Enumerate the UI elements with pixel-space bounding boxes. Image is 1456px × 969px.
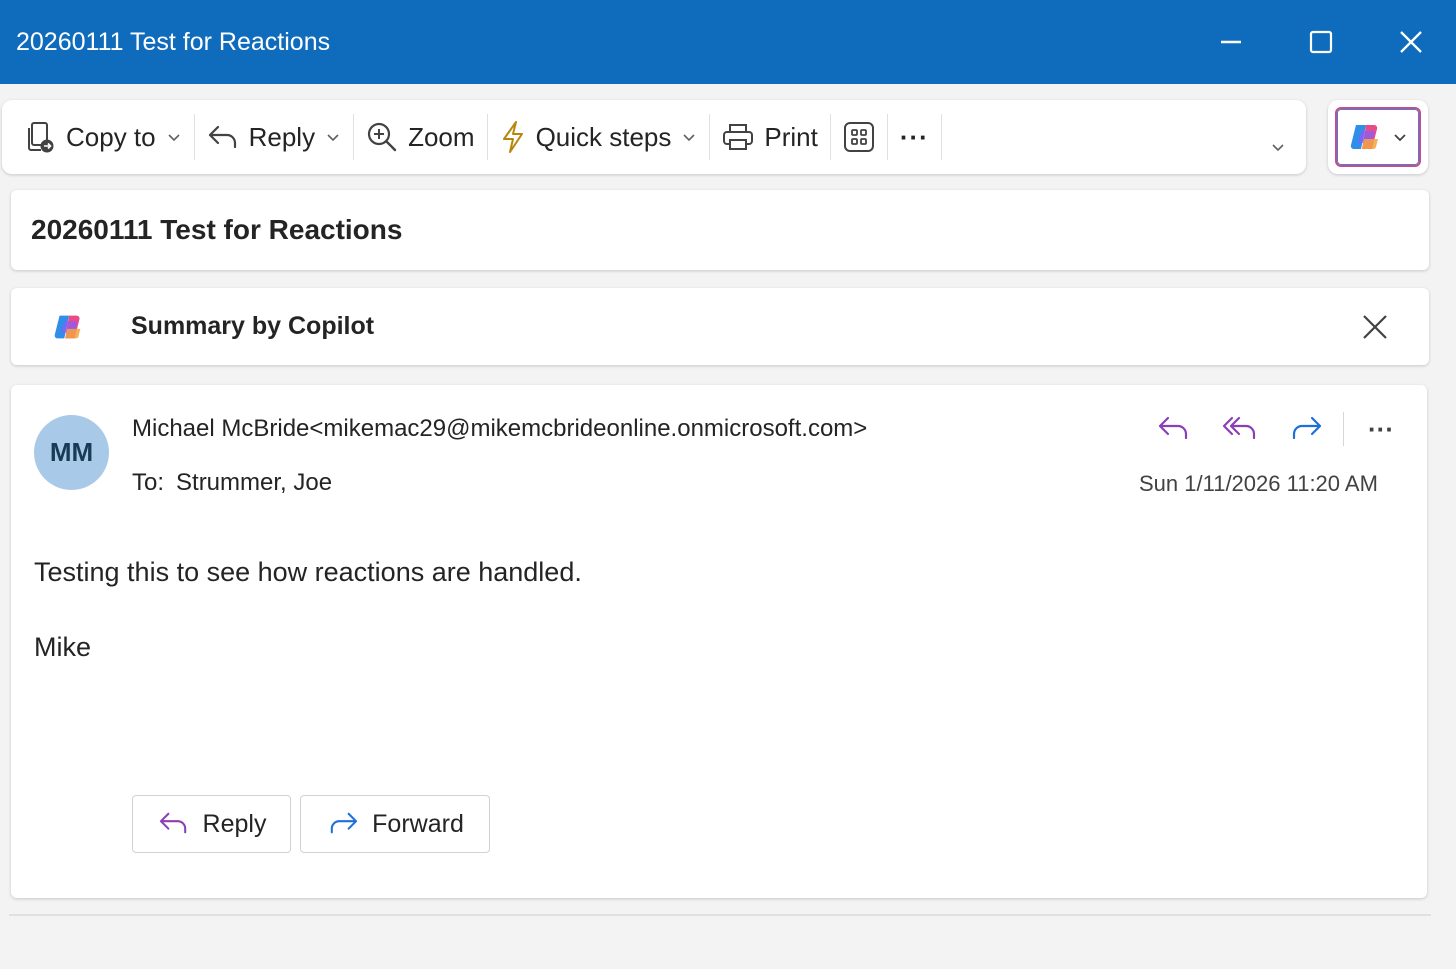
maximize-icon (1309, 30, 1333, 54)
toolbar-divider (940, 114, 942, 160)
reply-button[interactable]: Reply (132, 795, 291, 853)
message-more-button[interactable]: ··· (1348, 409, 1414, 449)
close-icon[interactable] (1361, 313, 1389, 341)
subject-header: 20260111 Test for Reactions (11, 190, 1429, 270)
copy-to-label: Copy to (66, 121, 156, 152)
lightning-icon (502, 121, 523, 153)
more-icon: ··· (899, 121, 929, 152)
forward-button-label: Forward (372, 809, 464, 838)
reply-button-label: Reply (202, 809, 267, 838)
reply-action-button[interactable] (1141, 409, 1207, 449)
minimize-button[interactable] (1186, 0, 1276, 84)
window-title: 20260111 Test for Reactions (16, 27, 331, 56)
reply-all-icon (1222, 416, 1256, 440)
copilot-container (1328, 100, 1428, 174)
expand-ribbon-button[interactable] (1258, 111, 1306, 163)
close-icon (1400, 31, 1422, 53)
message-card: MM Michael McBride<mikemac29@mikemcbride… (11, 385, 1427, 898)
quick-steps-button[interactable]: Quick steps (488, 111, 710, 163)
chevron-down-icon (327, 134, 339, 142)
message-actions: ··· (1141, 409, 1414, 449)
title-bar: 20260111 Test for Reactions (0, 0, 1456, 84)
chevron-down-icon (168, 134, 180, 142)
message-body: Testing this to see how reactions are ha… (34, 557, 582, 587)
more-icon: ··· (1368, 413, 1394, 444)
copilot-icon (54, 315, 81, 338)
forward-icon (1292, 416, 1322, 440)
actions-divider (1343, 412, 1344, 446)
copy-to-icon (28, 122, 54, 153)
forward-button[interactable]: Forward (300, 795, 490, 853)
sender-address[interactable]: Michael McBride<mikemac29@mikemcbrideonl… (132, 415, 867, 443)
reply-icon (208, 125, 236, 149)
chevron-down-icon (1394, 134, 1406, 142)
printer-icon (723, 124, 754, 150)
copilot-icon (1350, 124, 1378, 150)
forward-icon (330, 812, 358, 834)
bottom-divider (9, 914, 1431, 916)
maximize-button[interactable] (1276, 0, 1366, 84)
copilot-summary-bar[interactable]: Summary by Copilot (11, 288, 1429, 365)
chevron-down-icon (1272, 144, 1284, 152)
print-label: Print (764, 121, 818, 152)
reply-all-action-button[interactable] (1207, 409, 1273, 449)
message-signature: Mike (34, 632, 92, 662)
forward-action-button[interactable] (1273, 409, 1339, 449)
apps-button[interactable] (831, 111, 887, 163)
copy-to-button[interactable]: Copy to (14, 111, 194, 163)
sent-date: Sun 1/11/2026 11:20 AM (1139, 471, 1378, 496)
more-options-button[interactable]: ··· (888, 111, 941, 163)
reply-dropdown-button[interactable]: Reply (195, 111, 353, 163)
summary-label: Summary by Copilot (131, 312, 375, 340)
print-button[interactable]: Print (710, 111, 829, 163)
copilot-button[interactable] (1335, 107, 1421, 167)
to-label: To: (132, 469, 165, 496)
reply-icon (1158, 416, 1188, 440)
subject-text: 20260111 Test for Reactions (31, 214, 403, 245)
quick-steps-label: Quick steps (535, 121, 672, 152)
apps-grid-icon (843, 122, 874, 152)
recipient-name[interactable]: Strummer, Joe (176, 469, 332, 496)
command-toolbar: Copy to Reply Zoom Quick steps Print ··· (2, 100, 1306, 174)
reply-icon (159, 812, 186, 834)
recipients-line: To: Strummer, Joe (132, 469, 332, 497)
minimize-icon (1221, 40, 1241, 44)
chevron-down-icon (683, 134, 695, 142)
zoom-icon (367, 122, 397, 152)
zoom-button[interactable]: Zoom (354, 111, 486, 163)
zoom-label: Zoom (408, 121, 475, 152)
sender-avatar[interactable]: MM (34, 415, 109, 490)
reply-label: Reply (248, 121, 316, 152)
close-window-button[interactable] (1366, 0, 1456, 84)
